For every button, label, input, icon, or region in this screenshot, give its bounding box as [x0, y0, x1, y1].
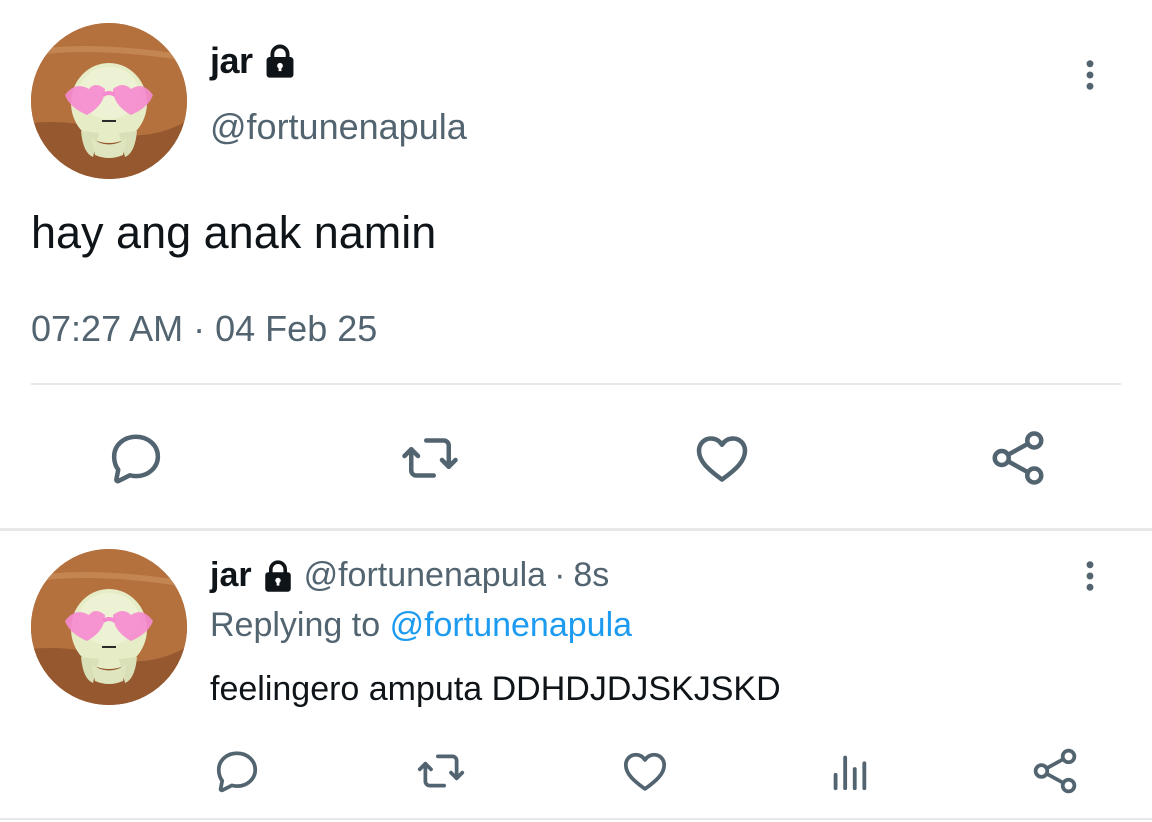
bottom-divider	[0, 818, 1152, 820]
replying-to: Replying to @fortunenapula	[210, 606, 632, 645]
share-icon	[988, 428, 1048, 488]
replying-to-label: Replying to	[210, 606, 381, 644]
more-options-button[interactable]	[1072, 55, 1108, 95]
reply-retweet-button[interactable]	[414, 746, 468, 796]
author-name[interactable]: jar	[210, 40, 253, 82]
reply-text: feelingero amputa DDHDJDJSKJSKD	[210, 670, 781, 708]
lock-icon	[260, 558, 296, 594]
reply-author-name[interactable]: jar	[210, 556, 252, 595]
reply-avatar[interactable]	[31, 549, 187, 705]
tweet-timestamp[interactable]: 07:27 AM · 04 Feb 25	[31, 308, 377, 350]
tweet-text: hay ang anak namin	[31, 207, 437, 258]
section-divider	[0, 528, 1152, 531]
share-icon	[1030, 746, 1080, 796]
reply-author-handle[interactable]: @fortunenapula	[304, 556, 546, 595]
divider	[31, 383, 1121, 385]
reply-share-button[interactable]	[1030, 746, 1080, 796]
like-icon	[692, 428, 752, 488]
reply-reply-button[interactable]	[212, 746, 262, 796]
reply-header: jar @fortunenapula · 8s	[210, 556, 609, 595]
meta-separator: ·	[193, 308, 206, 349]
reply-more-options-button[interactable]	[1072, 556, 1108, 596]
reply-analytics-button[interactable]	[826, 746, 872, 796]
author-row: jar	[210, 40, 299, 82]
tweet-time: 07:27 AM	[31, 308, 184, 349]
replying-to-mention[interactable]: @fortunenapula	[390, 606, 632, 644]
more-vertical-icon	[1072, 55, 1108, 95]
like-button[interactable]	[692, 428, 752, 488]
reply-icon	[106, 428, 166, 488]
meta-separator: ·	[554, 556, 566, 594]
more-vertical-icon	[1072, 556, 1108, 596]
reply-age: 8s	[573, 556, 610, 594]
share-button[interactable]	[988, 428, 1048, 488]
like-icon	[620, 746, 670, 796]
avatar[interactable]	[31, 23, 187, 179]
reply-button[interactable]	[106, 428, 166, 488]
author-handle[interactable]: @fortunenapula	[210, 106, 467, 148]
reply-icon	[212, 746, 262, 796]
tweet-date: 04 Feb 25	[215, 308, 378, 349]
retweet-button[interactable]	[398, 428, 462, 488]
analytics-icon	[826, 746, 872, 796]
lock-icon	[261, 42, 299, 80]
reply-like-button[interactable]	[620, 746, 670, 796]
retweet-icon	[398, 428, 462, 488]
retweet-icon	[414, 746, 468, 796]
